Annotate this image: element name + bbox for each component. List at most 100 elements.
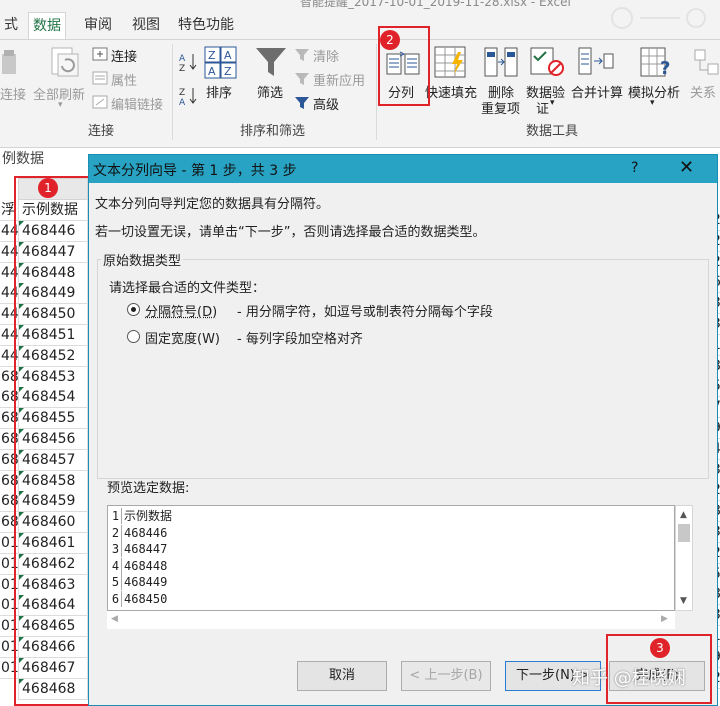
svg-text:Z: Z bbox=[179, 64, 185, 72]
preview-row-text: 468449 bbox=[124, 575, 168, 590]
preview-row: 3 468447 bbox=[110, 541, 167, 558]
clear-filter-icon bbox=[295, 49, 309, 61]
delimited-option-label[interactable]: 分隔符号(D) bbox=[145, 301, 217, 320]
data-validation-icon bbox=[530, 47, 564, 76]
connect-partial-button[interactable]: 连接 bbox=[0, 84, 26, 103]
text-import-wizard-dialog: 文本分列向导 - 第 1 步，共 3 步 ? ✕ 文本分列向导判定您的数据具有分… bbox=[88, 154, 718, 706]
title-bar-decoration bbox=[611, 7, 706, 29]
data-type-group-title: 原始数据类型 bbox=[101, 250, 184, 269]
fixed-width-radio[interactable] bbox=[127, 330, 140, 343]
flash-fill-button[interactable]: 快速填充 bbox=[425, 82, 477, 101]
edit-links-button[interactable]: 编辑链接 bbox=[111, 94, 163, 113]
scroll-thumb[interactable] bbox=[678, 524, 690, 542]
svg-text:A: A bbox=[179, 54, 186, 64]
svg-text:Z: Z bbox=[208, 49, 216, 62]
preview-row-number: 3 bbox=[110, 541, 122, 558]
preview-row: 5 468449 bbox=[110, 574, 168, 591]
sort-az-icon[interactable]: AZ bbox=[178, 52, 198, 72]
what-if-icon: ? bbox=[640, 47, 670, 78]
tab-data[interactable]: 数据 bbox=[28, 12, 66, 40]
scroll-up-icon[interactable]: ▲ bbox=[680, 510, 687, 520]
choose-file-type-label: 请选择最合适的文件类型： bbox=[109, 281, 266, 296]
group-divider bbox=[376, 44, 377, 140]
advanced-filter-icon bbox=[295, 97, 309, 109]
help-icon[interactable]: ? bbox=[631, 160, 638, 176]
tab-formulas[interactable]: 式 bbox=[0, 12, 22, 40]
svg-text:A: A bbox=[179, 98, 186, 106]
preview-row: 6 468450 bbox=[110, 591, 167, 607]
watermark: 知乎 @桂晓娴 bbox=[572, 668, 686, 689]
step-badge-3: 3 bbox=[650, 638, 670, 658]
group-divider bbox=[172, 44, 173, 140]
preview-row: 1 示例数据 bbox=[110, 508, 172, 524]
svg-text:Z: Z bbox=[224, 65, 232, 78]
properties-button[interactable]: 属性 bbox=[111, 70, 137, 89]
validation-dropdown-icon[interactable]: ▾ bbox=[550, 98, 555, 108]
preview-row: 2 468446 bbox=[110, 524, 167, 541]
preview-row-number: 5 bbox=[110, 574, 122, 591]
relationships-icon bbox=[694, 49, 719, 75]
window-title: 智能提醒_2017-10-01_2019-11-28.xlsx - Excel bbox=[300, 0, 571, 9]
connections-button[interactable]: 连接 bbox=[111, 46, 137, 65]
data-tools-group-label: 数据工具 bbox=[526, 124, 579, 139]
cancel-button[interactable]: 取消 bbox=[297, 661, 387, 691]
close-icon[interactable]: ✕ bbox=[679, 157, 694, 178]
reapply-button[interactable]: 重新应用 bbox=[313, 70, 365, 89]
column-highlight bbox=[14, 176, 94, 706]
preview-row-text: 示例数据 bbox=[124, 509, 173, 523]
consolidate-button[interactable]: 合并计算 bbox=[571, 82, 623, 101]
scroll-right-icon[interactable]: ▶ bbox=[661, 614, 668, 624]
delimited-option-desc: - 用分隔字符，如逗号或制表符分隔每个字段 bbox=[237, 305, 493, 320]
data-preview[interactable]: 1 示例数据 2 468446 3 468447 4 468448 5 468449 6 468450 bbox=[107, 505, 675, 611]
clear-button[interactable]: 清除 bbox=[313, 46, 339, 65]
connect-icon bbox=[2, 50, 16, 74]
scroll-down-icon[interactable]: ▼ bbox=[680, 596, 687, 606]
fixed-width-option-label[interactable]: 固定宽度(W) bbox=[145, 328, 220, 347]
step-badge-1: 1 bbox=[38, 178, 58, 198]
preview-row-number: 2 bbox=[110, 524, 122, 541]
sort-za-icon[interactable]: ZA bbox=[178, 86, 198, 106]
connections-group-label: 连接 bbox=[88, 124, 115, 139]
reapply-icon bbox=[295, 73, 309, 85]
dialog-instruction: 若一切设置无误，请单击“下一步”，否则请选择最合适的数据类型。 bbox=[95, 225, 486, 240]
connections-icon bbox=[92, 47, 108, 61]
refresh-dropdown-icon[interactable]: ▾ bbox=[58, 100, 63, 110]
relationships-button[interactable]: 关系 bbox=[690, 82, 716, 101]
preview-row-number: 6 bbox=[110, 591, 122, 607]
tab-special[interactable]: 特色功能 bbox=[174, 12, 238, 40]
filter-icon bbox=[256, 48, 286, 76]
sort-button[interactable]: 排序 bbox=[206, 82, 232, 101]
back-button[interactable]: < 上一步(B) bbox=[401, 661, 491, 691]
edit-links-icon bbox=[92, 95, 108, 109]
svg-text:?: ? bbox=[660, 58, 670, 78]
sort-icon: Z AA Z bbox=[204, 46, 237, 79]
preview-vertical-scrollbar[interactable]: ▲ ▼ bbox=[675, 505, 693, 611]
preview-label: 预览选定数据: bbox=[107, 481, 190, 496]
svg-text:A: A bbox=[224, 49, 232, 62]
preview-horizontal-scrollbar[interactable]: ◀ ▶ bbox=[107, 611, 675, 629]
sort-filter-group-label: 排序和筛选 bbox=[240, 124, 306, 139]
dialog-title: 文本分列向导 - 第 1 步，共 3 步 bbox=[93, 163, 297, 179]
preview-row-text: 468450 bbox=[124, 592, 168, 606]
remove-duplicates-icon bbox=[484, 47, 518, 77]
svg-text:A: A bbox=[208, 65, 216, 78]
delimited-radio[interactable] bbox=[127, 303, 140, 316]
tab-view[interactable]: 视图 bbox=[128, 12, 164, 40]
filter-button[interactable]: 筛选 bbox=[257, 82, 283, 101]
fixed-width-option-desc: - 每列字段加空格对齐 bbox=[237, 332, 363, 347]
step-badge-2: 2 bbox=[380, 30, 400, 50]
advanced-button[interactable]: 高级 bbox=[313, 94, 339, 113]
preview-row-text: 468448 bbox=[124, 558, 168, 573]
what-if-dropdown-icon[interactable]: ▾ bbox=[650, 98, 655, 108]
properties-icon bbox=[92, 71, 108, 85]
flash-fill-icon bbox=[434, 46, 466, 78]
scroll-left-icon[interactable]: ◀ bbox=[111, 614, 118, 624]
svg-text:Z: Z bbox=[179, 88, 185, 98]
preview-row-number: 4 bbox=[110, 557, 122, 574]
dialog-title-bar[interactable]: 文本分列向导 - 第 1 步，共 3 步 ? ✕ bbox=[89, 155, 717, 183]
name-box[interactable]: 例数据 bbox=[0, 148, 90, 170]
tab-review[interactable]: 审阅 bbox=[80, 12, 116, 40]
consolidate-icon bbox=[578, 47, 614, 75]
preview-row: 4 468448 bbox=[110, 557, 168, 574]
dialog-intro: 文本分列向导判定您的数据具有分隔符。 bbox=[95, 197, 330, 212]
